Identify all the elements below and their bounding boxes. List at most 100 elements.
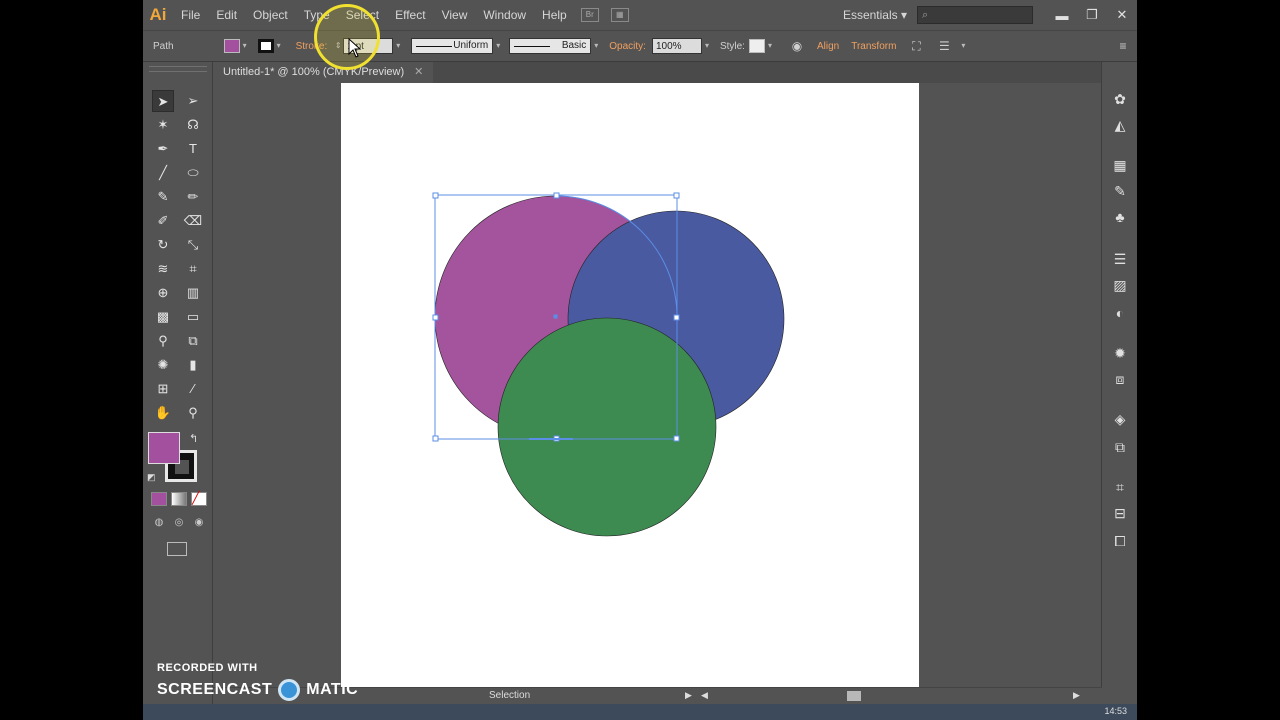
opacity-dropdown-icon[interactable]: ▾ bbox=[702, 39, 712, 53]
scale-tool-icon[interactable]: ⤡ bbox=[182, 234, 204, 256]
line-segment-tool-icon[interactable]: ╱ bbox=[152, 162, 174, 184]
shape-builder-tool-icon[interactable]: ⊕ bbox=[152, 282, 174, 304]
variable-width-profile[interactable]: Uniform bbox=[411, 38, 494, 54]
status-menu-icon[interactable]: ▶ bbox=[685, 690, 692, 701]
artboard-tool-icon[interactable]: ⊞ bbox=[152, 378, 174, 400]
handle-middle-right[interactable] bbox=[673, 314, 680, 321]
column-graph-tool-icon[interactable]: ▮ bbox=[182, 354, 204, 376]
perspective-grid-tool-icon[interactable]: ▥ bbox=[182, 282, 204, 304]
direct-selection-tool-icon[interactable]: ➢ bbox=[182, 90, 204, 112]
symbols-panel-icon[interactable]: ♣ bbox=[1102, 206, 1137, 228]
selection-tool-icon[interactable]: ➤ bbox=[152, 90, 174, 112]
handle-middle-left[interactable] bbox=[432, 314, 439, 321]
scroll-right-icon[interactable]: ▶ bbox=[1073, 690, 1080, 701]
blend-tool-icon[interactable]: ⧉ bbox=[182, 330, 204, 352]
pathfinder-panel-icon[interactable]: ⧠ bbox=[1102, 530, 1137, 552]
graphic-style-swatch[interactable] bbox=[748, 39, 765, 53]
swatches-panel-icon[interactable]: ▦ bbox=[1102, 154, 1137, 176]
menu-view[interactable]: View bbox=[434, 0, 476, 30]
draw-inside-icon[interactable]: ◉ bbox=[191, 517, 207, 531]
handle-top-right[interactable] bbox=[673, 192, 680, 199]
ellipse-tool-icon[interactable]: ⬭ bbox=[182, 162, 204, 184]
handle-top-center[interactable] bbox=[553, 192, 560, 199]
style-dropdown-icon[interactable]: ▾ bbox=[765, 39, 775, 53]
artboard[interactable] bbox=[341, 83, 919, 687]
gradient-mode-button[interactable] bbox=[171, 492, 187, 506]
fill-swatch-control[interactable] bbox=[223, 39, 240, 53]
panel-grip[interactable] bbox=[149, 66, 207, 72]
minimize-button[interactable]: ▬ bbox=[1047, 8, 1077, 23]
arrange-documents-icon[interactable]: ▦ bbox=[610, 8, 629, 22]
artwork[interactable] bbox=[341, 83, 919, 687]
color-mode-button[interactable] bbox=[151, 492, 167, 506]
handle-bottom-right[interactable] bbox=[673, 435, 680, 442]
transparency-panel-icon[interactable]: ◐ bbox=[1102, 302, 1137, 324]
default-fill-stroke-icon[interactable]: ◩ bbox=[147, 472, 156, 483]
menu-effect[interactable]: Effect bbox=[387, 0, 433, 30]
color-guide-icon[interactable]: ✿ bbox=[1102, 88, 1137, 110]
close-tab-icon[interactable]: ✕ bbox=[414, 66, 423, 78]
free-transform-tool-icon[interactable]: ⌗ bbox=[182, 258, 204, 280]
draw-behind-icon[interactable]: ◎ bbox=[171, 517, 187, 531]
panel-options-dropdown-icon[interactable]: ▾ bbox=[958, 39, 968, 53]
help-search-input[interactable]: ⌕ bbox=[917, 6, 1033, 24]
fill-dropdown-icon[interactable]: ▾ bbox=[240, 39, 250, 53]
menu-file[interactable]: File bbox=[173, 0, 208, 30]
fill-color-swatch[interactable] bbox=[148, 432, 180, 464]
transform-panel-link[interactable]: Transform bbox=[851, 41, 896, 52]
draw-normal-icon[interactable]: ◍ bbox=[151, 517, 167, 531]
symbol-sprayer-tool-icon[interactable]: ✺ bbox=[152, 354, 174, 376]
handle-top-left[interactable] bbox=[432, 192, 439, 199]
isolate-selected-icon[interactable]: ⛶ bbox=[908, 39, 924, 53]
warp-tool-icon[interactable]: ≋ bbox=[152, 258, 174, 280]
magic-wand-tool-icon[interactable]: ✶ bbox=[152, 114, 174, 136]
paintbrush-tool-icon[interactable]: ✎ bbox=[152, 186, 174, 208]
align-panel-link[interactable]: Align bbox=[817, 41, 839, 52]
green-circle[interactable] bbox=[497, 317, 717, 537]
type-tool-icon[interactable]: T bbox=[182, 138, 204, 160]
pencil-tool-icon[interactable]: ✏ bbox=[182, 186, 204, 208]
profile-dropdown-icon[interactable]: ▾ bbox=[493, 39, 503, 53]
bridge-icon[interactable]: Br bbox=[580, 8, 599, 22]
opacity-panel-link[interactable]: Opacity: bbox=[609, 41, 646, 52]
hand-tool-icon[interactable]: ✋ bbox=[152, 402, 174, 424]
none-mode-button[interactable]: ╱ bbox=[191, 491, 207, 506]
graphic-styles-panel-icon[interactable]: ⧈ bbox=[1102, 368, 1137, 390]
stroke-dropdown-icon[interactable]: ▾ bbox=[274, 39, 284, 53]
document-tab[interactable]: Untitled-1* @ 100% (CMYK/Preview) ✕ bbox=[213, 62, 434, 83]
transform-panel-icon[interactable]: ⌗ bbox=[1102, 476, 1137, 498]
brush-definition[interactable]: Basic bbox=[509, 38, 592, 54]
artboards-panel-icon[interactable]: ⧉ bbox=[1102, 436, 1137, 458]
menu-window[interactable]: Window bbox=[475, 0, 534, 30]
opacity-field[interactable]: 100% bbox=[651, 38, 702, 54]
eyedropper-tool-icon[interactable]: ⚲ bbox=[152, 330, 174, 352]
control-menu-icon[interactable]: ≡ bbox=[1115, 39, 1131, 53]
mesh-tool-icon[interactable]: ▩ bbox=[152, 306, 174, 328]
scroll-left-icon[interactable]: ◀ bbox=[701, 690, 708, 701]
swap-fill-stroke-icon[interactable]: ↰ bbox=[189, 432, 198, 445]
stroke-weight-dropdown-icon[interactable]: ▾ bbox=[393, 39, 403, 53]
pen-tool-icon[interactable]: ✒ bbox=[152, 138, 174, 160]
lasso-tool-icon[interactable]: ☊ bbox=[182, 114, 204, 136]
menu-object[interactable]: Object bbox=[245, 0, 296, 30]
close-button[interactable]: ✕ bbox=[1107, 7, 1137, 23]
align-panel-icon[interactable]: ⊟ bbox=[1102, 502, 1137, 524]
workspace-switcher[interactable]: Essentials ▾ bbox=[833, 8, 917, 22]
rotate-tool-icon[interactable]: ↻ bbox=[152, 234, 174, 256]
handle-bottom-left[interactable] bbox=[432, 435, 439, 442]
recolor-artwork-icon[interactable]: ◉ bbox=[789, 39, 805, 53]
menu-edit[interactable]: Edit bbox=[208, 0, 245, 30]
layers-panel-icon[interactable]: ◈ bbox=[1102, 408, 1137, 430]
gradient-panel-icon[interactable]: ▨ bbox=[1102, 274, 1137, 296]
brush-dropdown-icon[interactable]: ▾ bbox=[591, 39, 601, 53]
stroke-panel-icon[interactable]: ☰ bbox=[1102, 248, 1137, 270]
eraser-tool-icon[interactable]: ⌫ bbox=[182, 210, 204, 232]
stroke-swatch-control[interactable] bbox=[257, 39, 274, 53]
color-panel-icon[interactable]: ◭ bbox=[1102, 114, 1137, 136]
brushes-panel-icon[interactable]: ✎ bbox=[1102, 180, 1137, 202]
arrange-panel-icon[interactable]: ☰ bbox=[936, 39, 952, 53]
zoom-tool-icon[interactable]: ⚲ bbox=[182, 402, 204, 424]
blob-brush-tool-icon[interactable]: ✐ bbox=[152, 210, 174, 232]
slice-tool-icon[interactable]: ⁄ bbox=[182, 378, 204, 400]
canvas-area[interactable] bbox=[213, 83, 1102, 687]
